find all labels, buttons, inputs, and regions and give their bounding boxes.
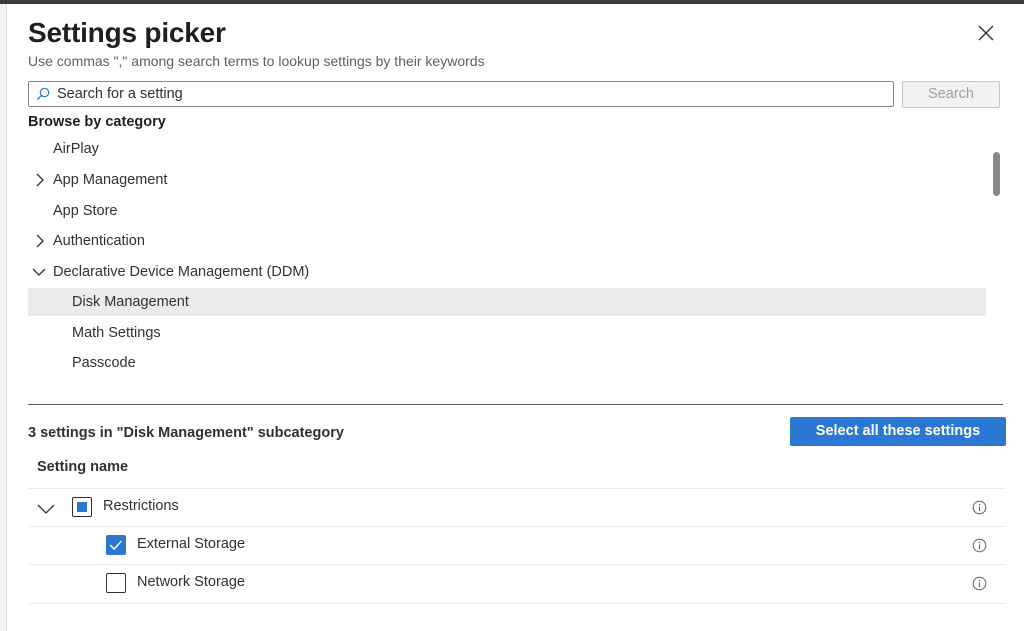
checkmark-icon [107, 536, 125, 554]
external-storage-checkbox[interactable] [106, 535, 126, 555]
indeterminate-mark [77, 502, 87, 512]
search-input[interactable] [57, 82, 887, 106]
restrictions-checkbox[interactable] [72, 497, 92, 517]
chevron-down-icon[interactable] [32, 265, 46, 279]
scrollbar-thumb[interactable] [993, 152, 1000, 196]
network-storage-checkbox[interactable] [106, 573, 126, 593]
chevron-down-icon[interactable] [37, 500, 55, 518]
category-item-app-management[interactable]: App Management [28, 166, 986, 194]
column-header-setting-name: Setting name [37, 459, 128, 475]
category-tree: AirPlay App Management App Store Authent… [28, 135, 988, 387]
category-item-math-settings[interactable]: Math Settings [28, 319, 986, 347]
setting-row-network-storage: Network Storage [28, 564, 1006, 604]
settings-picker-panel: Settings picker Use commas "," among sea… [7, 4, 1024, 631]
search-icon [36, 87, 50, 101]
category-label: Math Settings [72, 319, 161, 347]
select-all-button[interactable]: Select all these settings [790, 417, 1006, 446]
category-label: Disk Management [72, 288, 189, 316]
category-item-airplay[interactable]: AirPlay [28, 135, 986, 163]
category-item-passcode[interactable]: Passcode [28, 349, 986, 377]
category-label: Declarative Device Management (DDM) [53, 258, 309, 286]
info-icon[interactable] [972, 538, 987, 553]
category-item-app-store[interactable]: App Store [28, 197, 986, 225]
info-icon[interactable] [972, 500, 987, 515]
category-item-disk-management[interactable]: Disk Management [28, 288, 986, 316]
info-icon[interactable] [972, 576, 987, 591]
background-page-edge [0, 4, 7, 631]
category-label: Passcode [72, 349, 136, 377]
setting-label: External Storage [137, 536, 245, 552]
close-icon[interactable] [975, 22, 997, 44]
search-field[interactable] [28, 81, 894, 107]
chevron-right-icon[interactable] [33, 173, 47, 187]
category-label: App Management [53, 166, 167, 194]
category-label: Authentication [53, 227, 145, 255]
setting-label: Network Storage [137, 574, 245, 590]
setting-row-restrictions: Restrictions [28, 488, 1006, 527]
setting-row-external-storage: External Storage [28, 526, 1006, 565]
settings-count-label: 3 settings in "Disk Management" subcateg… [28, 425, 344, 441]
chevron-right-icon[interactable] [33, 234, 47, 248]
browse-by-category-label: Browse by category [28, 114, 166, 130]
category-scrollbar[interactable] [989, 135, 1003, 387]
category-item-ddm[interactable]: Declarative Device Management (DDM) [28, 258, 986, 286]
dialog-subtitle: Use commas "," among search terms to loo… [28, 53, 485, 69]
dialog-title: Settings picker [28, 17, 226, 49]
search-button[interactable]: Search [902, 81, 1000, 108]
category-label: AirPlay [53, 135, 99, 163]
category-item-authentication[interactable]: Authentication [28, 227, 986, 255]
setting-label: Restrictions [103, 498, 179, 514]
section-divider [28, 404, 1003, 405]
category-label: App Store [53, 197, 118, 225]
